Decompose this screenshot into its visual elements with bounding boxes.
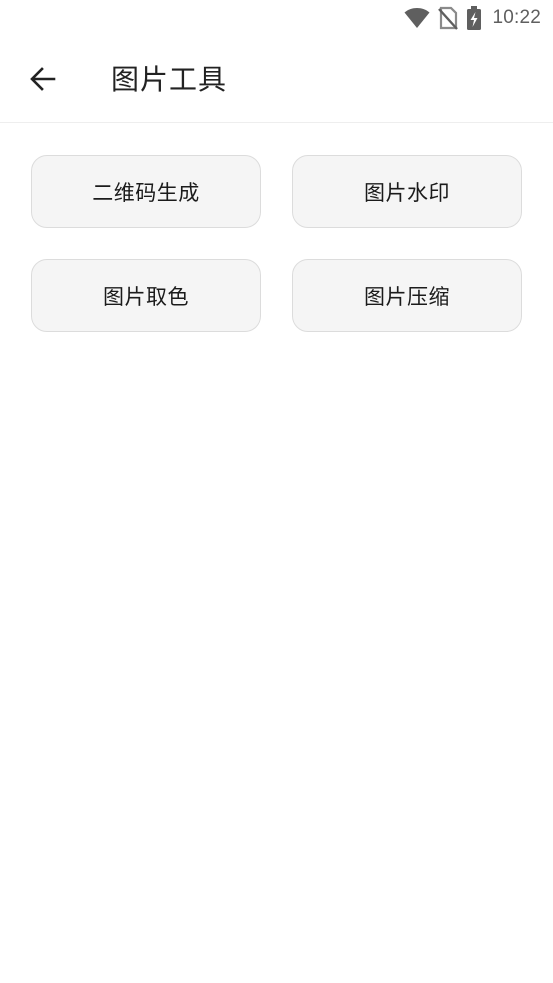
page-title: 图片工具: [111, 63, 228, 96]
app-bar: 图片工具: [0, 36, 553, 123]
image-color-picker-button[interactable]: 图片取色: [31, 259, 261, 332]
tool-grid: 二维码生成 图片水印 图片取色 图片压缩: [31, 155, 522, 332]
image-watermark-button[interactable]: 图片水印: [292, 155, 522, 228]
image-compress-button[interactable]: 图片压缩: [292, 259, 522, 332]
qr-code-generate-button[interactable]: 二维码生成: [31, 155, 261, 228]
wifi-icon: [404, 7, 430, 29]
back-button[interactable]: [22, 58, 64, 100]
status-bar: 10:22: [0, 0, 553, 36]
battery-charging-icon: [466, 6, 482, 30]
arrow-left-icon: [29, 65, 57, 93]
status-time: 10:22: [492, 7, 541, 28]
status-icons: 10:22: [404, 6, 541, 30]
no-sim-icon: [438, 6, 459, 30]
